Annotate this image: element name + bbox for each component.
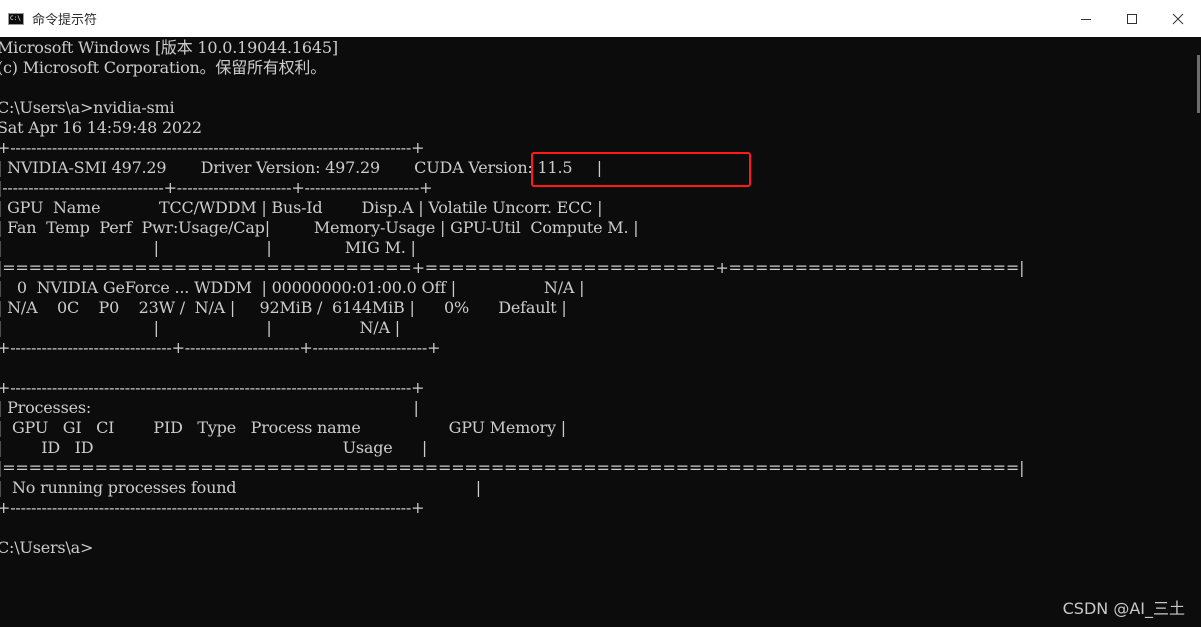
console-line: | GPU Name TCC/WDDM | Bus-Id Disp.A | Vo…: [0, 198, 603, 217]
console-line: Microsoft Windows [版本 10.0.19044.1645]: [0, 38, 338, 57]
cmd-icon-glyph: C:\: [10, 14, 21, 22]
console-line: | Fan Temp Perf Pwr:Usage/Cap| Memory-Us…: [0, 218, 639, 237]
console-line: | 0 NVIDIA GeForce ... WDDM | 00000000:0…: [0, 278, 585, 297]
minimize-button[interactable]: [1063, 0, 1109, 37]
console-line: | N/A 0C P0 23W / N/A | 92MiB / 6144MiB …: [0, 298, 567, 317]
console-line: | GPU GI CI PID Type Process name GPU Me…: [0, 418, 566, 437]
cmd-icon: C:\: [8, 12, 24, 25]
console-line: | Processes: |: [0, 398, 419, 417]
console-line: C:\Users\a>: [0, 538, 94, 557]
console-line: | NVIDIA-SMI 497.29 Driver Version: 497.…: [0, 158, 602, 177]
window-title: 命令提示符: [32, 13, 98, 28]
console-line: | No running processes found |: [0, 478, 481, 497]
console-line: | | | MIG M. |: [0, 238, 416, 257]
watermark: CSDN @AI_三土: [1062, 599, 1185, 618]
console-line: C:\Users\a>nvidia-smi: [0, 98, 175, 117]
console-line: |=======================================…: [0, 458, 1025, 477]
maximize-button[interactable]: [1109, 0, 1155, 37]
close-button[interactable]: [1155, 0, 1201, 37]
console-line: |-------------------------------+-------…: [0, 178, 433, 197]
scrollbar-thumb[interactable]: [1197, 55, 1200, 113]
console-line: +-------------------------------+-------…: [0, 338, 441, 357]
cmd-window: C:\ 命令提示符 Microsoft Windows [版本 10.0.190…: [0, 0, 1201, 627]
title-bar[interactable]: C:\ 命令提示符: [0, 0, 1201, 37]
console-line: +---------------------------------------…: [0, 378, 425, 397]
console-line: (c) Microsoft Corporation。保留所有权利。: [0, 58, 327, 77]
console-line: +---------------------------------------…: [0, 138, 425, 157]
caption-buttons: [1063, 0, 1201, 37]
console-line: | ID ID Usage |: [0, 438, 428, 457]
console-line: |===============================+=======…: [0, 258, 1025, 277]
cuda-version-highlight: [531, 152, 751, 187]
maximize-icon: [1127, 13, 1137, 24]
console-output[interactable]: Microsoft Windows [版本 10.0.19044.1645] (…: [0, 37, 1190, 627]
minimize-icon: [1081, 18, 1091, 20]
vertical-scrollbar[interactable]: [1190, 37, 1201, 627]
console-line: Sat Apr 16 14:59:48 2022: [0, 118, 202, 137]
console-line: +---------------------------------------…: [0, 498, 425, 517]
close-icon: [1172, 13, 1184, 24]
console-line: | | | N/A |: [0, 318, 400, 337]
